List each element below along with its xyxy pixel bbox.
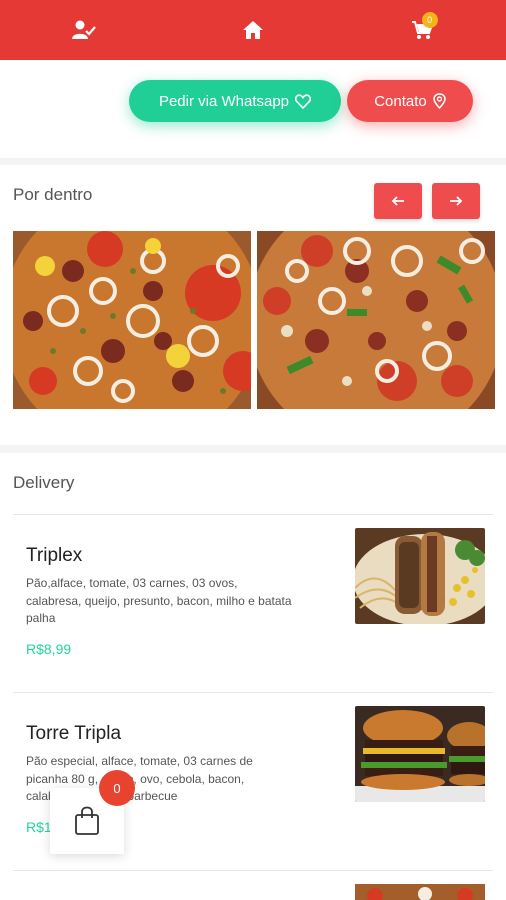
- heart-icon: [295, 93, 312, 109]
- gallery-title: Por dentro: [13, 185, 93, 204]
- item-image-next[interactable]: [355, 884, 485, 900]
- item-description: Pão,alface, tomate, 03 carnes, 03 ovos, …: [26, 576, 292, 625]
- arrow-right-icon: [450, 196, 463, 206]
- user-check-icon: [72, 20, 97, 39]
- gallery-next-button[interactable]: [432, 183, 480, 219]
- home-nav-button[interactable]: [233, 10, 273, 50]
- shopping-bag-icon: [75, 806, 99, 835]
- item-image-triplex[interactable]: [355, 528, 485, 624]
- top-nav-bar: 0: [0, 0, 506, 60]
- whatsapp-order-label: Pedir via Whatsapp: [158, 92, 290, 110]
- divider: [13, 870, 493, 871]
- contact-label: Contato: [374, 92, 427, 110]
- cart-count-badge: 0: [421, 12, 438, 28]
- item-image-torre-tripla[interactable]: [355, 706, 485, 802]
- account-nav-button[interactable]: [64, 10, 104, 50]
- gallery-prev-button[interactable]: [374, 183, 422, 219]
- menu-item-triplex[interactable]: Triplex Pão,alface, tomate, 03 carnes, 0…: [0, 514, 506, 692]
- pizza-photo-2[interactable]: [257, 231, 495, 409]
- gallery-section: Por dentro: [0, 165, 506, 445]
- bag-count-badge: 0: [99, 770, 135, 806]
- delivery-title: Delivery: [13, 473, 75, 492]
- contact-button[interactable]: Contato: [347, 80, 473, 122]
- hero-section: Pedir via Whatsapp Contato: [0, 60, 506, 158]
- arrow-left-icon: [391, 196, 404, 206]
- map-pin-icon: [433, 93, 446, 109]
- item-price: R$1: [26, 819, 52, 835]
- item-name: Triplex: [26, 545, 83, 566]
- whatsapp-order-button[interactable]: Pedir via Whatsapp: [129, 80, 341, 122]
- home-icon: [242, 21, 263, 39]
- item-price: R$8,99: [26, 641, 72, 657]
- cart-nav-button[interactable]: 0: [402, 10, 442, 50]
- item-name: Torre Tripla: [26, 723, 122, 744]
- pizza-photo-1[interactable]: [13, 231, 251, 409]
